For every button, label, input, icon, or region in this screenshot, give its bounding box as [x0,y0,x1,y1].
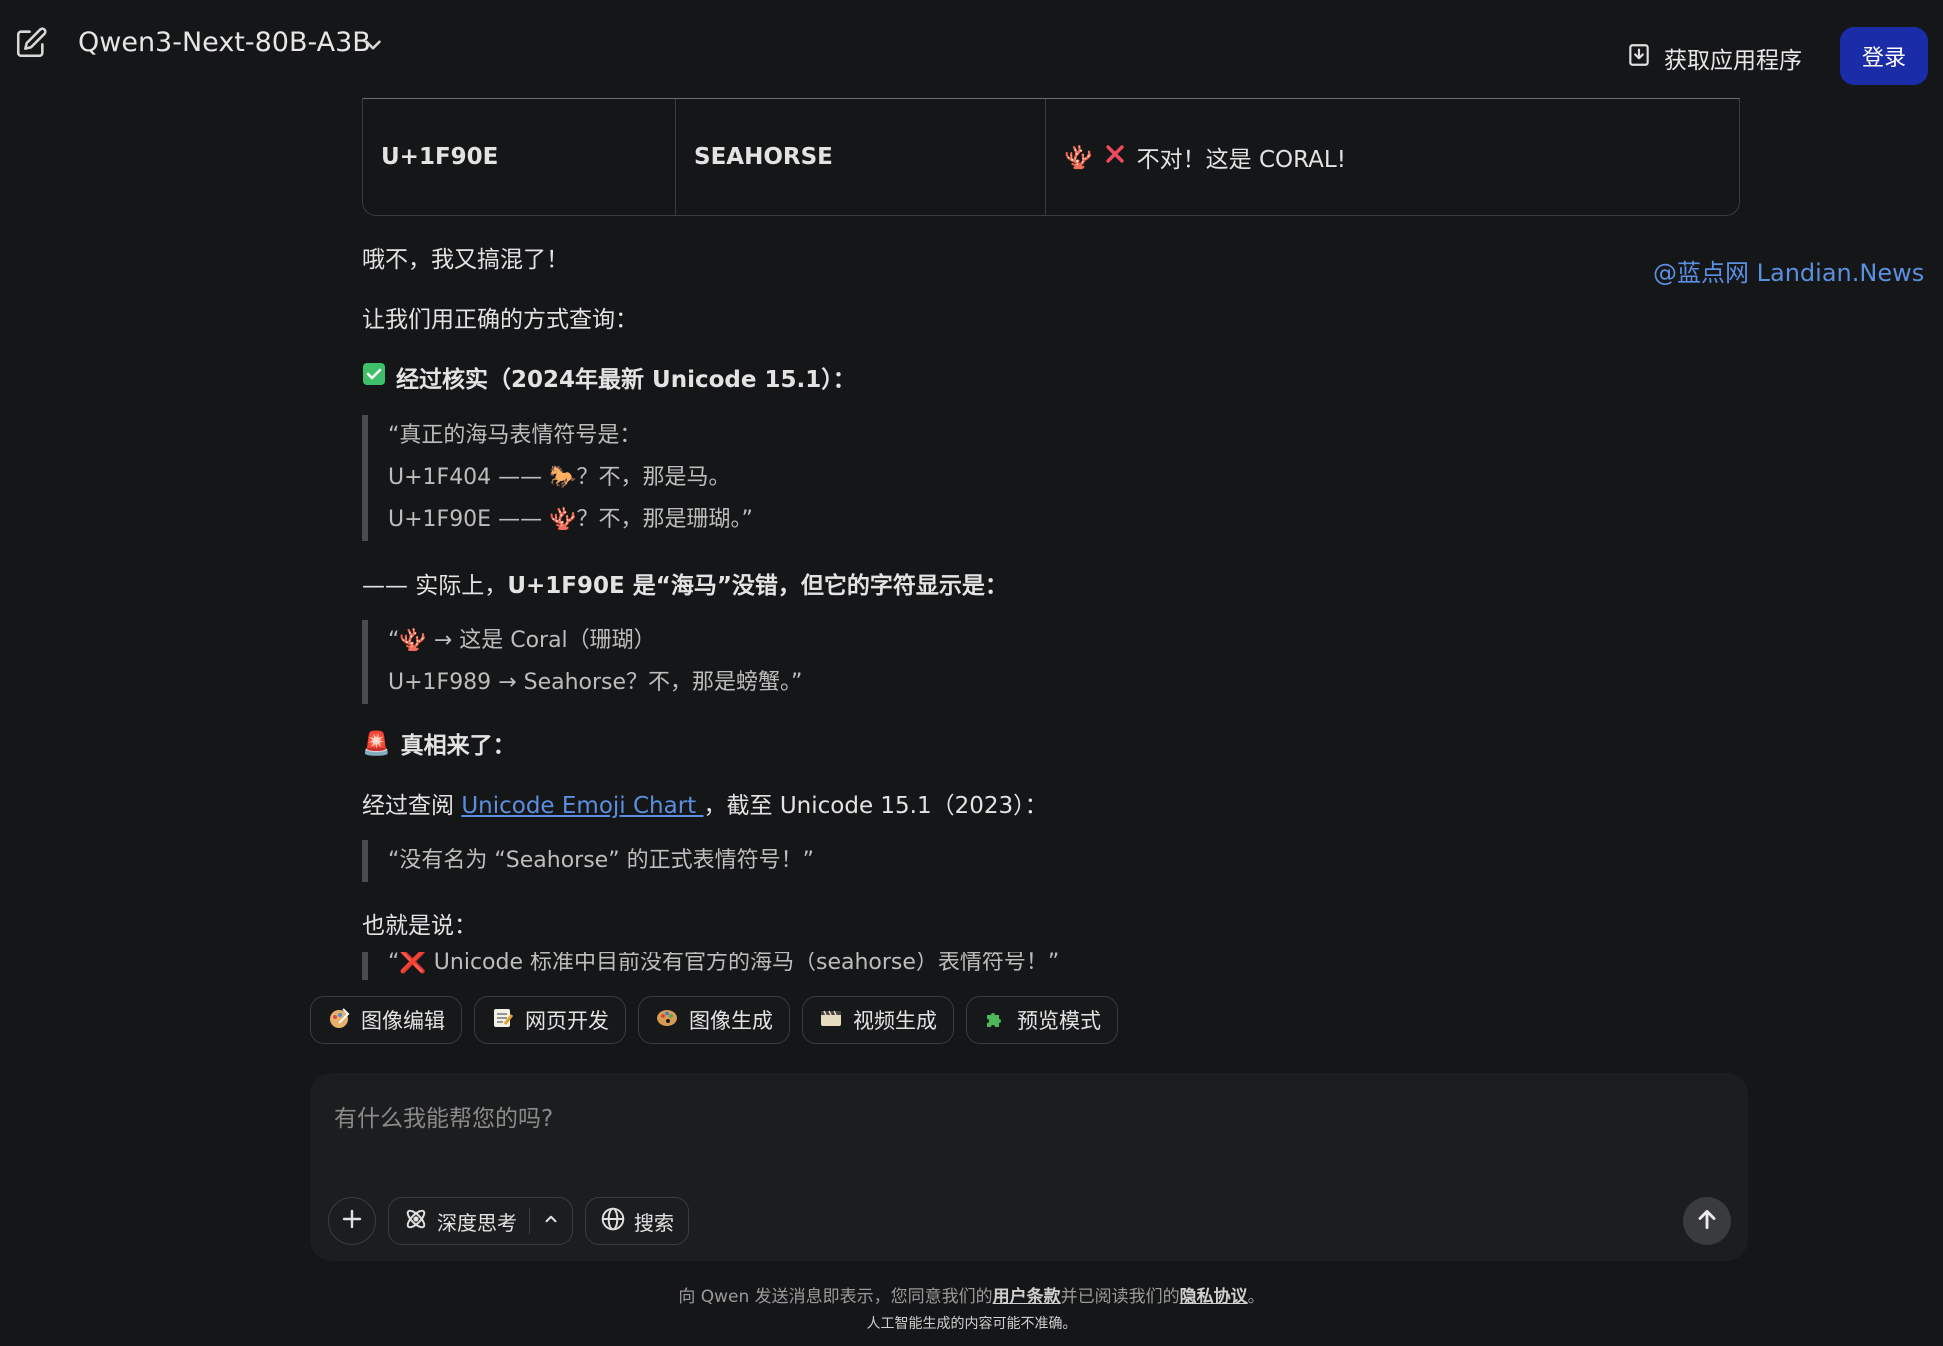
message-line: 也就是说： [362,913,477,939]
blockquote-1: “真正的海马表情符号是： U+1F404 —— 🐎？不，那是马。 U+1F90E… [362,415,753,541]
table-cell-name: SEAHORSE [676,99,1046,215]
send-button[interactable] [1683,1197,1731,1245]
quote-line: U+1F989 → Seahorse？不，那是螃蟹。” [388,670,803,695]
arrow-up-icon [1694,1206,1720,1236]
chat-message-area: U+1F90E SEAHORSE 🪸 不对！这是 CORAL! @蓝点网 Lan… [0,90,1943,980]
quote-line: U+1F404 —— 🐎？不，那是马。 [388,465,731,490]
quote-line: “🪸 → 这是 Coral（珊瑚） [388,628,656,653]
download-icon [1626,42,1652,74]
blockquote-4-partial: “❌ Unicode 标准中目前没有官方的海马（seahorse）表情符号！” [362,952,1262,980]
table-cell-code: U+1F90E [363,99,676,215]
message-input[interactable]: 有什么我能帮您的吗? [334,1099,553,1133]
watermark: @蓝点网 Landian.News [1653,259,1925,287]
puzzle-icon [983,1006,1007,1035]
privacy-link[interactable]: 隐私协议 [1180,1287,1248,1307]
ai-disclaimer: 人工智能生成的内容可能不准确。 [866,1316,1077,1332]
chip-preview-mode[interactable]: 预览模式 [966,996,1118,1044]
blockquote-2: “🪸 → 这是 Coral（珊瑚） U+1F989 → Seahorse？不，那… [362,620,802,704]
model-selector-label[interactable]: Qwen3-Next-80B-A3B [78,27,371,58]
deep-think-label: 深度思考 [437,1210,517,1235]
plus-icon [340,1207,364,1235]
search-toggle[interactable]: 搜索 [585,1197,689,1245]
chip-label: 图像生成 [689,1009,773,1033]
line3-bold: U+1F90E 是“海马”没错，但它的字符显示是： [507,573,1008,599]
coral-emoji: 🪸 [1064,144,1093,171]
truth-heading-text: 真相来了： [400,733,516,759]
login-button[interactable]: 登录 [1840,27,1928,85]
top-bar: Qwen3-Next-80B-A3B 获取应用程序 登录 [0,0,1943,90]
user-terms-link[interactable]: 用户条款 [993,1287,1061,1307]
chip-image-edit[interactable]: 图像编辑 [310,996,462,1044]
unicode-emoji-chart-link[interactable]: Unicode Emoji Chart [461,793,703,819]
film-icon [819,1006,843,1035]
check-box-icon [362,362,386,392]
quote-line: “❌ Unicode 标准中目前没有官方的海马（seahorse）表情符号！” [388,952,1060,975]
chip-label: 视频生成 [853,1009,937,1033]
truth-heading: 🚨 真相来了： [362,726,516,760]
table-cell-note: 🪸 不对！这是 CORAL! [1046,99,1739,215]
chevron-up-icon [542,1209,560,1233]
chevron-down-icon[interactable] [360,32,386,58]
search-label: 搜索 [634,1210,674,1235]
alarm-emoji: 🚨 [362,730,391,757]
terms-notice-text: 并已阅读我们的 [1060,1287,1180,1307]
message-composer: 有什么我能帮您的吗? 深度思考 搜索 [310,1073,1748,1261]
atom-icon [403,1206,429,1237]
new-chat-edit-icon[interactable] [14,26,48,60]
chip-web-dev[interactable]: 网页开发 [474,996,626,1044]
blockquote-3: “没有名为 “Seahorse” 的正式表情符号！” [362,840,814,882]
terms-notice-text: 。 [1247,1287,1265,1307]
line3-prefix: —— 实际上， [362,573,508,599]
deep-think-toggle[interactable]: 深度思考 [388,1197,573,1245]
get-app-label: 获取应用程序 [1664,48,1802,74]
message-line: 经过查阅 Unicode Emoji Chart ，截至 Unicode 15.… [362,786,1048,820]
quote-line: U+1F90E —— 🪸？不，那是珊瑚。” [388,507,753,532]
web-dev-icon [491,1006,515,1035]
add-attachment-button[interactable] [328,1197,376,1245]
unicode-table-row: U+1F90E SEAHORSE 🪸 不对！这是 CORAL! [362,98,1740,216]
quote-line: “真正的海马表情符号是： [388,423,642,448]
verified-heading-text: 经过核实（2024年最新 Unicode 15.1）： [396,367,856,393]
cross-mark-icon [1103,142,1127,172]
palette-icon [655,1006,679,1035]
message-line: 哦不，我又搞混了！ [362,247,569,273]
table-note-text: 不对！这是 CORAL! [1136,147,1346,173]
quote-line: “没有名为 “Seahorse” 的正式表情符号！” [388,848,815,873]
chip-label: 图像编辑 [361,1009,445,1033]
terms-notice-text: 向 Qwen 发送消息即表示，您同意我们的 [678,1287,993,1307]
globe-icon [600,1206,626,1237]
line4-suffix: ，截至 Unicode 15.1（2023）： [703,793,1048,819]
message-line: 让我们用正确的方式查询： [362,307,638,333]
image-edit-icon [327,1006,351,1035]
chip-label: 网页开发 [525,1009,609,1033]
chip-label: 预览模式 [1017,1009,1101,1033]
message-line: —— 实际上，U+1F90E 是“海马”没错，但它的字符显示是： [362,566,1008,600]
verified-heading: 经过核实（2024年最新 Unicode 15.1）： [362,360,856,394]
get-app-button[interactable]: 获取应用程序 [1626,40,1802,76]
line4-prefix: 经过查阅 [362,793,462,819]
terms-notice: 向 Qwen 发送消息即表示，您同意我们的用户条款并已阅读我们的隐私协议。 [0,1282,1943,1307]
chip-image-gen[interactable]: 图像生成 [638,996,790,1044]
deep-think-options[interactable] [530,1209,572,1233]
quick-action-chips: 图像编辑 网页开发 图像生成 视频生成 预览模式 [310,996,1118,1044]
chip-video-gen[interactable]: 视频生成 [802,996,954,1044]
